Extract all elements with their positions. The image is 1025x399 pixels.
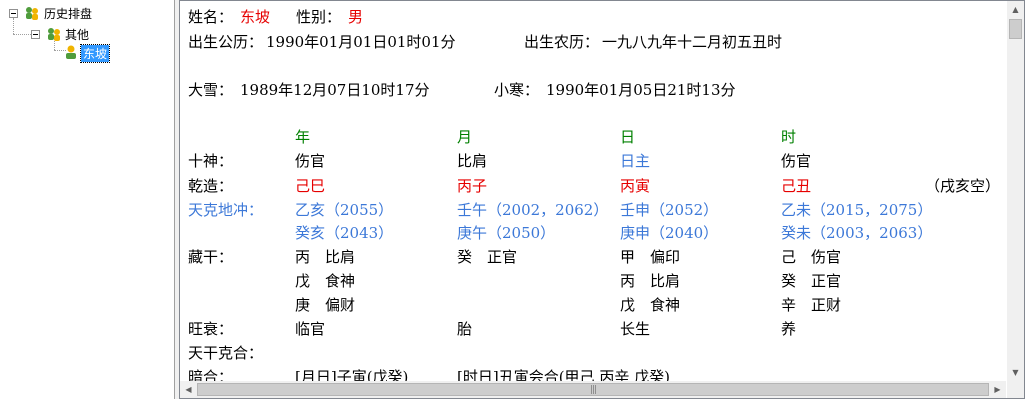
tkdc-label: 天克地冲：: [188, 201, 264, 219]
group-users-icon: [26, 7, 38, 20]
collapse-group-toggle[interactable]: [31, 30, 40, 39]
qianzao-label: 乾造：: [188, 177, 234, 195]
vertical-scroll-thumb[interactable]: [1009, 19, 1022, 39]
qianzao-hour: 己丑: [781, 177, 812, 195]
canggan-day-1: 甲 偏印: [620, 248, 681, 266]
shishen-hour: 伤官: [781, 152, 812, 170]
term2-label: 小寒：: [494, 81, 540, 99]
collapse-root-toggle[interactable]: [9, 9, 18, 18]
scroll-left-arrow-icon[interactable]: ◀: [180, 381, 197, 398]
tkdc-month-2: 庚午（2050）: [457, 224, 556, 242]
tree-leaf-label[interactable]: 东坡: [79, 44, 111, 63]
tiangan-label: 天干克合：: [188, 344, 264, 362]
tree-group-label[interactable]: 其他: [63, 26, 91, 43]
tree-line: [13, 34, 31, 35]
tree-root-label[interactable]: 历史排盘: [42, 5, 94, 22]
tree-line: [13, 18, 14, 34]
qianzao-month: 丙子: [457, 177, 488, 195]
bazi-content: 姓名： 东坡 性别： 男 出生公历： 1990年01月01日01时01分 出生农…: [180, 1, 1006, 381]
canggan-hour-3: 辛 正财: [781, 296, 842, 314]
tkdc-day-2: 庚申（2040）: [620, 224, 719, 242]
scroll-right-arrow-icon[interactable]: ▶: [989, 381, 1006, 398]
group-users-icon: [48, 28, 60, 41]
canggan-year-1: 丙 比肩: [295, 248, 356, 266]
anhe-value-1: [月日]子寅(戊癸): [295, 368, 409, 381]
col-header-month: 月: [457, 128, 473, 146]
name-value: 东坡: [240, 8, 271, 26]
tkdc-hour-2: 癸未（2003，2063）: [781, 224, 933, 242]
qianzao-year: 己巳: [295, 177, 326, 195]
term1-value: 1989年12月07日10时17分: [240, 81, 430, 99]
lunar-value: 一九八九年十二月初五丑时: [602, 33, 783, 51]
shishen-day: 日主: [620, 152, 651, 170]
gender-value: 男: [348, 8, 364, 26]
scrollbar-corner: [1007, 381, 1024, 398]
lunar-label: 出生农历：: [524, 33, 600, 51]
col-header-day: 日: [620, 128, 636, 146]
user-icon: [66, 45, 76, 59]
anhe-value-2: [时日]丑寅会合(甲己 丙辛 戊癸): [457, 368, 670, 381]
shishen-label: 十神：: [188, 152, 234, 170]
kongwang-text: （戌亥空）: [925, 177, 1001, 195]
shishen-year: 伤官: [295, 152, 326, 170]
col-header-hour: 时: [781, 128, 797, 146]
gender-label: 性别：: [296, 8, 342, 26]
wangshuai-year: 临官: [295, 320, 326, 338]
name-label: 姓名：: [188, 8, 234, 26]
horizontal-scrollbar[interactable]: ◀ ||| ▶: [180, 381, 1006, 398]
term2-value: 1990年01月05日21时13分: [546, 81, 736, 99]
wangshuai-month: 胎: [457, 320, 473, 338]
tkdc-month-1: 壬午（2002，2062）: [457, 201, 609, 219]
anhe-label: 暗合：: [188, 368, 234, 381]
tkdc-year-1: 乙亥（2055）: [295, 201, 394, 219]
tree-pane[interactable]: 历史排盘 其他 东坡: [0, 0, 175, 399]
canggan-day-2: 丙 比肩: [620, 272, 681, 290]
canggan-day-3: 戊 食神: [620, 296, 681, 314]
tkdc-hour-1: 乙未（2015，2075）: [781, 201, 933, 219]
grip-icon: |||: [589, 384, 597, 395]
solar-label: 出生公历：: [188, 33, 264, 51]
canggan-year-3: 庚 偏财: [295, 296, 356, 314]
shishen-month: 比肩: [457, 152, 488, 170]
tkdc-year-2: 癸亥（2043）: [295, 224, 394, 242]
bazi-panel: 姓名： 东坡 性别： 男 出生公历： 1990年01月01日01时01分 出生农…: [179, 0, 1025, 399]
qianzao-day: 丙寅: [620, 177, 651, 195]
term1-label: 大雪：: [188, 81, 234, 99]
canggan-month-1: 癸 正官: [457, 248, 518, 266]
wangshuai-hour: 养: [781, 320, 797, 338]
scroll-down-arrow-icon[interactable]: ▼: [1007, 364, 1024, 381]
canggan-hour-1: 己 伤官: [781, 248, 842, 266]
solar-value: 1990年01月01日01时01分: [266, 33, 456, 51]
wangshuai-day: 长生: [620, 320, 651, 338]
scroll-up-arrow-icon[interactable]: ▲: [1007, 1, 1024, 18]
horizontal-scroll-thumb[interactable]: |||: [197, 383, 989, 396]
tkdc-day-1: 壬申（2052）: [620, 201, 719, 219]
canggan-hour-2: 癸 正官: [781, 272, 842, 290]
vertical-scrollbar[interactable]: ▲ ▼: [1007, 1, 1024, 381]
canggan-label: 藏干：: [188, 248, 234, 266]
canggan-year-2: 戊 食神: [295, 272, 356, 290]
col-header-year: 年: [295, 128, 311, 146]
wangshuai-label: 旺衰：: [188, 320, 234, 338]
